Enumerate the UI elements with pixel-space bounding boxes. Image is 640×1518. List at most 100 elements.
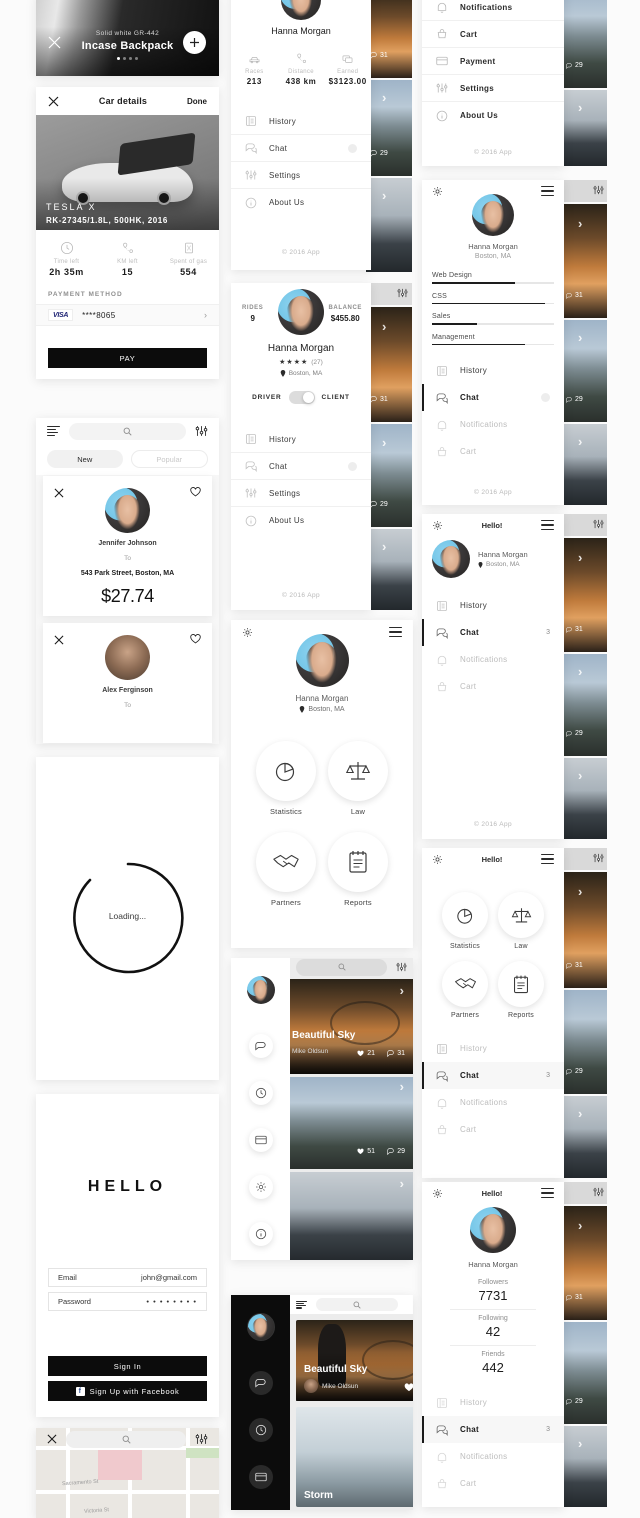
tile-law[interactable]: Law (496, 892, 546, 950)
hamburger-icon[interactable] (541, 186, 554, 196)
menu-item-notifications[interactable]: Notifications (422, 1443, 564, 1470)
gear-icon[interactable] (432, 186, 443, 197)
filters-icon[interactable] (195, 1433, 208, 1445)
add-button[interactable] (183, 31, 206, 54)
offer-item-2[interactable]: Alex Ferginson To (43, 623, 212, 743)
clock-icon[interactable] (248, 1418, 273, 1442)
filters-icon[interactable] (195, 425, 208, 437)
menu-item-settings[interactable]: Settings (231, 162, 371, 189)
filters-icon[interactable] (593, 519, 604, 529)
search-input[interactable] (69, 422, 186, 440)
card-icon[interactable] (248, 1128, 273, 1152)
carousel-dots[interactable] (36, 57, 219, 60)
avatar[interactable] (246, 1313, 275, 1341)
menu-item-chat[interactable]: Chat (231, 135, 371, 162)
tile-law[interactable]: Law (327, 741, 389, 816)
menu-label: Payment (460, 56, 496, 66)
favorite-icon[interactable] (190, 487, 201, 497)
menu-item-notifications[interactable]: Notifications (422, 0, 564, 21)
close-icon[interactable] (47, 1434, 57, 1444)
menu-item-settings[interactable]: Settings (231, 480, 371, 507)
clock-icon[interactable] (248, 1081, 273, 1105)
gear-icon[interactable] (248, 1175, 273, 1199)
about-icon[interactable] (248, 1222, 273, 1246)
gear-icon[interactable] (432, 854, 443, 865)
dismiss-icon[interactable] (54, 635, 64, 645)
menu-item-history[interactable]: History (422, 1389, 564, 1416)
search-input[interactable] (66, 1430, 186, 1448)
menu-item-notifications[interactable]: Notifications (422, 411, 564, 438)
dismiss-icon[interactable] (54, 488, 64, 498)
menu-item-notifications[interactable]: Notifications (422, 646, 564, 673)
menu-item-chat[interactable]: Chat 3 (422, 1416, 564, 1443)
offer-item-1[interactable]: Jennifer Johnson To 543 Park Street, Bos… (43, 476, 212, 616)
chat-icon[interactable] (248, 1371, 273, 1395)
tab-popular[interactable]: Popular (130, 450, 208, 468)
menu-item-chat[interactable]: Chat 3 (422, 619, 564, 646)
menu-item-chat[interactable]: Chat 3 (422, 1062, 564, 1089)
search-input[interactable] (296, 958, 387, 976)
toggle-switch[interactable] (288, 391, 315, 404)
feed-post[interactable]: Beautiful Sky Mike Oldsun (296, 1320, 413, 1401)
gear-icon[interactable] (432, 1188, 443, 1199)
feed-post[interactable]: › (290, 1172, 413, 1260)
feed-post[interactable]: 51 29 › (290, 1077, 413, 1169)
filters-icon[interactable] (593, 853, 604, 863)
card-icon[interactable] (248, 1465, 273, 1489)
email-field[interactable]: Email john@gmail.com (48, 1268, 207, 1287)
tile-reports[interactable]: Reports (327, 832, 389, 907)
menu-item-history[interactable]: History (422, 1035, 564, 1062)
feed-post[interactable]: Beautiful Sky Mike Oldsun 21 31 › (290, 979, 413, 1074)
menu-item-chat[interactable]: Chat (422, 384, 564, 412)
menu-item-about[interactable]: About Us (422, 102, 564, 129)
menu-item-history[interactable]: History (422, 357, 564, 384)
gear-icon[interactable] (242, 627, 253, 638)
hamburger-icon[interactable] (541, 854, 554, 864)
tab-new[interactable]: New (47, 450, 123, 468)
search-input[interactable] (316, 1298, 398, 1311)
menu-item-history[interactable]: History (231, 426, 371, 453)
tile-statistics[interactable]: Statistics (440, 892, 490, 950)
filters-icon[interactable] (397, 288, 408, 298)
feed-post[interactable]: Storm (296, 1407, 413, 1507)
favorite-icon[interactable] (190, 634, 201, 644)
menu-item-notifications[interactable]: Notifications (422, 1089, 564, 1116)
menu-item-about[interactable]: About Us (231, 189, 371, 216)
favorite-icon[interactable] (404, 1383, 413, 1392)
hamburger-icon[interactable] (47, 426, 60, 436)
menu-item-cart[interactable]: Cart (422, 1470, 564, 1497)
hamburger-icon[interactable] (541, 1188, 554, 1198)
avatar[interactable] (246, 976, 275, 1004)
tile-statistics[interactable]: Statistics (255, 741, 317, 816)
menu-item-settings[interactable]: Settings (422, 75, 564, 102)
role-toggle[interactable]: DRIVER CLIENT (231, 391, 371, 404)
menu-item-chat[interactable]: Chat (231, 453, 371, 480)
done-button[interactable]: Done (187, 97, 207, 106)
gear-icon[interactable] (432, 520, 443, 531)
pay-button[interactable]: PAY (48, 348, 207, 368)
hamburger-icon[interactable] (541, 520, 554, 530)
menu-item-cart[interactable]: Cart (422, 21, 564, 48)
menu-item-history[interactable]: History (231, 108, 371, 135)
menu-item-cart[interactable]: Cart (422, 438, 564, 465)
filters-icon[interactable] (593, 185, 604, 195)
filters-icon[interactable] (593, 1187, 604, 1197)
tile-partners[interactable]: Partners (440, 961, 490, 1019)
hamburger-icon[interactable] (389, 627, 402, 637)
payment-card-row[interactable]: VISA ****8065 › (36, 304, 219, 326)
chat-icon[interactable] (248, 1034, 273, 1058)
menu-item-cart[interactable]: Cart (422, 1116, 564, 1143)
side-menu-header: Hello! (422, 514, 564, 536)
hamburger-icon[interactable] (296, 1300, 307, 1309)
close-icon[interactable] (48, 96, 59, 107)
menu-item-about[interactable]: About Us (231, 507, 371, 534)
password-field[interactable]: Password • • • • • • • • (48, 1292, 207, 1311)
menu-item-payment[interactable]: Payment (422, 48, 564, 75)
tile-reports[interactable]: Reports (496, 961, 546, 1019)
signin-button[interactable]: Sign In (48, 1356, 207, 1376)
filters-icon[interactable] (396, 962, 407, 972)
menu-item-history[interactable]: History (422, 592, 564, 619)
menu-item-cart[interactable]: Cart (422, 673, 564, 700)
facebook-signup-button[interactable]: f Sign Up with Facebook (48, 1381, 207, 1401)
tile-partners[interactable]: Partners (255, 832, 317, 907)
